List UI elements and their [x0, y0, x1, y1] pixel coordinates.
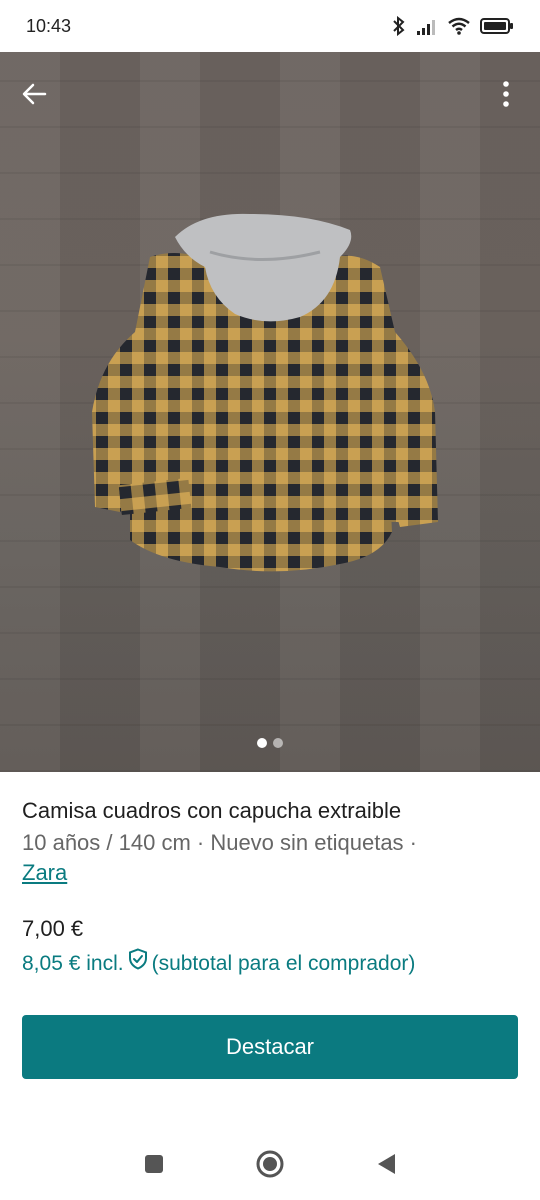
- status-bar: 10:43: [0, 0, 540, 52]
- triangle-back-icon[interactable]: [375, 1152, 397, 1181]
- more-vert-icon: [503, 81, 509, 107]
- more-options-button[interactable]: [486, 74, 526, 114]
- carousel-dot-1[interactable]: [257, 738, 267, 748]
- carousel-indicator: [0, 738, 540, 748]
- back-arrow-icon: [22, 83, 47, 105]
- signal-icon: [416, 17, 438, 35]
- brand-link[interactable]: Zara: [22, 860, 67, 885]
- feature-button[interactable]: Destacar: [22, 1015, 518, 1079]
- back-button[interactable]: [14, 74, 54, 114]
- circle-icon[interactable]: [255, 1149, 285, 1184]
- listing-info: Camisa cuadros con capucha extraible 10 …: [0, 772, 540, 1079]
- wifi-icon: [448, 17, 470, 35]
- carousel-dot-2[interactable]: [273, 738, 283, 748]
- listing-details: 10 años / 140 cm · Nuevo sin etiquetas ·…: [22, 828, 518, 888]
- listing-title: Camisa cuadros con capucha extraible: [22, 798, 402, 823]
- product-image: [92, 213, 438, 572]
- listing-size-condition: 10 años / 140 cm · Nuevo sin etiquetas ·: [22, 830, 417, 855]
- listing-price: 7,00 €: [22, 916, 84, 941]
- status-icons: [392, 16, 514, 36]
- system-nav-bar: [0, 1132, 540, 1200]
- battery-icon: [480, 18, 514, 34]
- product-photo[interactable]: [0, 52, 540, 772]
- shield-check-icon: [128, 948, 148, 979]
- price-incl-note: (subtotal para el comprador): [151, 951, 416, 975]
- price-incl-row[interactable]: 8,05 € incl. (subtotal para el comprador…: [22, 948, 518, 979]
- price-incl-value: 8,05 € incl.: [22, 951, 124, 975]
- square-icon[interactable]: [143, 1153, 165, 1180]
- bluetooth-icon: [392, 16, 406, 36]
- status-time: 10:43: [26, 15, 72, 36]
